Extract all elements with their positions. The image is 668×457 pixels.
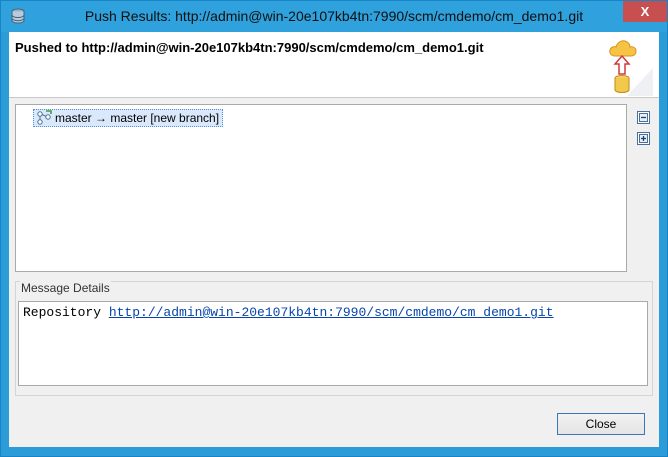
push-result-message: Pushed to http://admin@win-20e107kb4tn:7… [15, 40, 484, 55]
dialog-header: Pushed to http://admin@win-20e107kb4tn:7… [9, 32, 659, 98]
cloud-push-banner-icon [609, 40, 653, 96]
message-details-group: Message Details Repository http://admin@… [15, 281, 653, 396]
dialog-content: Pushed to http://admin@win-20e107kb4tn:7… [9, 32, 659, 447]
collapse-all-icon[interactable] [637, 111, 650, 124]
expand-all-icon[interactable] [637, 132, 650, 145]
push-result-tree[interactable]: master → master [new branch] [15, 104, 627, 272]
window-title: Push Results: http://admin@win-20e107kb4… [84, 8, 584, 24]
title-bar[interactable]: Push Results: http://admin@win-20e107kb4… [1, 1, 667, 32]
message-details-text[interactable]: Repository http://admin@win-20e107kb4tn:… [18, 301, 648, 386]
repository-link[interactable]: http://admin@win-20e107kb4tn:7990/scm/cm… [109, 305, 554, 320]
branch-push-icon [37, 110, 52, 125]
message-details-label: Message Details [20, 281, 111, 295]
repository-prefix: Repository [23, 305, 109, 320]
tree-item-branch-update[interactable]: master → master [new branch] [33, 109, 224, 127]
close-button[interactable]: Close [557, 413, 645, 435]
tree-item-label: master → master [new branch] [55, 111, 220, 125]
window-close-button[interactable]: X [623, 1, 667, 22]
push-results-dialog: Push Results: http://admin@win-20e107kb4… [0, 0, 668, 457]
